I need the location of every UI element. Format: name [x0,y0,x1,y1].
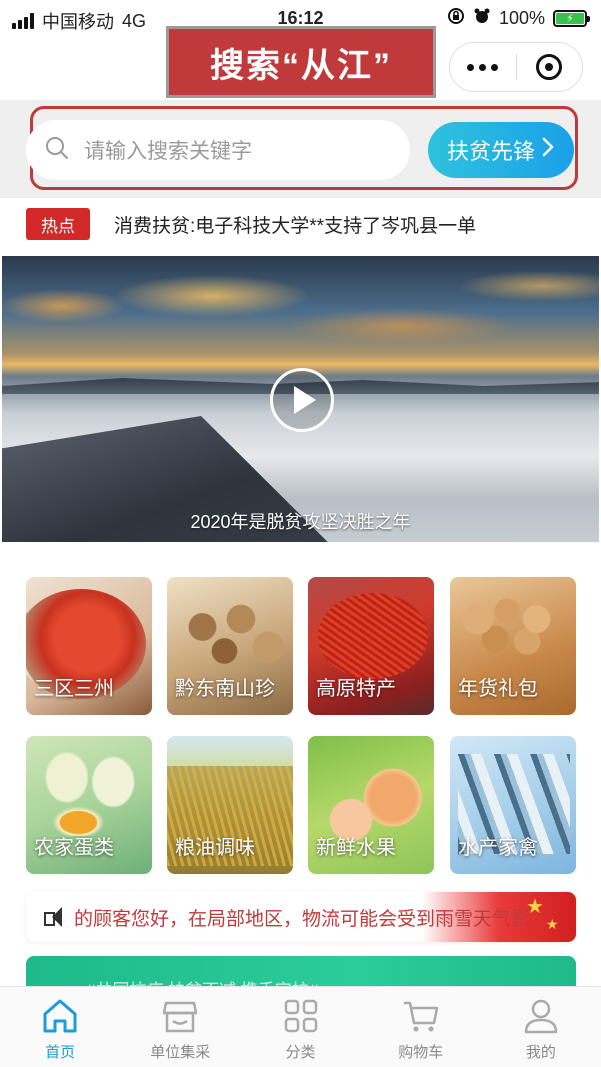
mini-program-header: 搜索“从江” [0,26,601,100]
category-label: 年货礼包 [458,678,538,700]
tab-label: 购物车 [398,1044,444,1061]
category-label: 黔东南山珍 [175,678,275,700]
egg-image [32,746,148,836]
button-label: 扶贫先锋 [446,139,535,164]
category-tile-egg[interactable]: 农家蛋类 [26,736,152,874]
tab-cart[interactable]: 购物车 [361,987,481,1067]
search-icon [44,135,70,166]
tab-label: 单位集采 [150,1044,211,1061]
notice-text: 的顾客您好，在局部地区，物流可能会受到雨雪天气影 [74,908,531,930]
tab-label: 首页 [45,1044,76,1061]
cart-icon [403,1001,438,1032]
overlay-title: 搜索“从江” [166,26,436,98]
chevron-right-icon [541,137,555,163]
search-input[interactable]: 请输入搜索关键字 [26,120,410,180]
tab-home[interactable]: 首页 [0,987,120,1067]
tab-label: 我的 [525,1044,556,1061]
hot-headline[interactable]: 消费扶贫:电子科技大学**支持了岑巩县一单 [114,211,476,238]
category-label: 三区三州 [34,678,114,700]
category-tile-walnut[interactable]: 年货礼包 [450,577,576,715]
battery-icon: ⚡ [553,10,590,27]
rotation-lock-icon [447,7,465,30]
capsule-menu [449,42,583,92]
more-icon[interactable] [450,63,516,71]
hot-badge: 热点 [26,208,90,240]
category-tile-goji[interactable]: 三区三州 [26,577,152,715]
hot-news-bar[interactable]: 热点 消费扶贫:电子科技大学**支持了岑巩县一单 [0,198,601,250]
tab-group-purchase[interactable]: 单位集采 [120,987,240,1067]
category-tile-rice[interactable]: 粮油调味 [167,736,293,874]
category-tile-saffron[interactable]: 高原特产 [308,577,434,715]
search-area: 请输入搜索关键字 扶贫先锋 [0,100,601,198]
tab-mine[interactable]: 我的 [481,987,601,1067]
status-right: 100% ⚡ [447,7,590,30]
walnut-image [454,587,572,667]
category-label: 粮油调味 [175,837,255,859]
notice-bar[interactable]: 的顾客您好，在局部地区，物流可能会受到雨雪天气影 ★ ★ [26,892,576,942]
store-icon [163,1001,198,1033]
play-button[interactable] [270,368,334,432]
star-decoration-icon: ★ [526,896,544,918]
home-icon [43,999,77,1033]
poverty-pioneer-button[interactable]: 扶贫先锋 [428,122,574,178]
category-tile-fish[interactable]: 水产家禽 [450,736,576,874]
saffron-image [318,593,428,679]
bottom-tab-bar: 首页 单位集采 分类 购物车 我的 [0,986,601,1067]
search-placeholder: 请输入搜索关键字 [84,140,252,163]
user-icon [524,999,558,1034]
tab-category[interactable]: 分类 [240,987,360,1067]
video-banner[interactable]: 2020年是脱贫攻坚决胜之年 [2,256,599,542]
alarm-icon [473,7,491,30]
mushroom-image [175,595,285,675]
speaker-icon [42,905,66,929]
category-label: 新鲜水果 [316,837,396,859]
tab-label: 分类 [285,1044,316,1061]
category-label: 高原特产 [316,678,396,700]
star-decoration-icon: ★ [546,916,559,932]
close-icon[interactable] [517,54,583,80]
category-tile-peach[interactable]: 新鲜水果 [308,736,434,874]
category-label: 水产家禽 [458,837,538,859]
category-label: 农家蛋类 [34,837,114,859]
category-tile-mushroom[interactable]: 黔东南山珍 [167,577,293,715]
video-caption: 2020年是脱贫攻坚决胜之年 [190,512,411,532]
battery-percent: 100% [498,8,545,28]
grid-icon [284,999,317,1033]
